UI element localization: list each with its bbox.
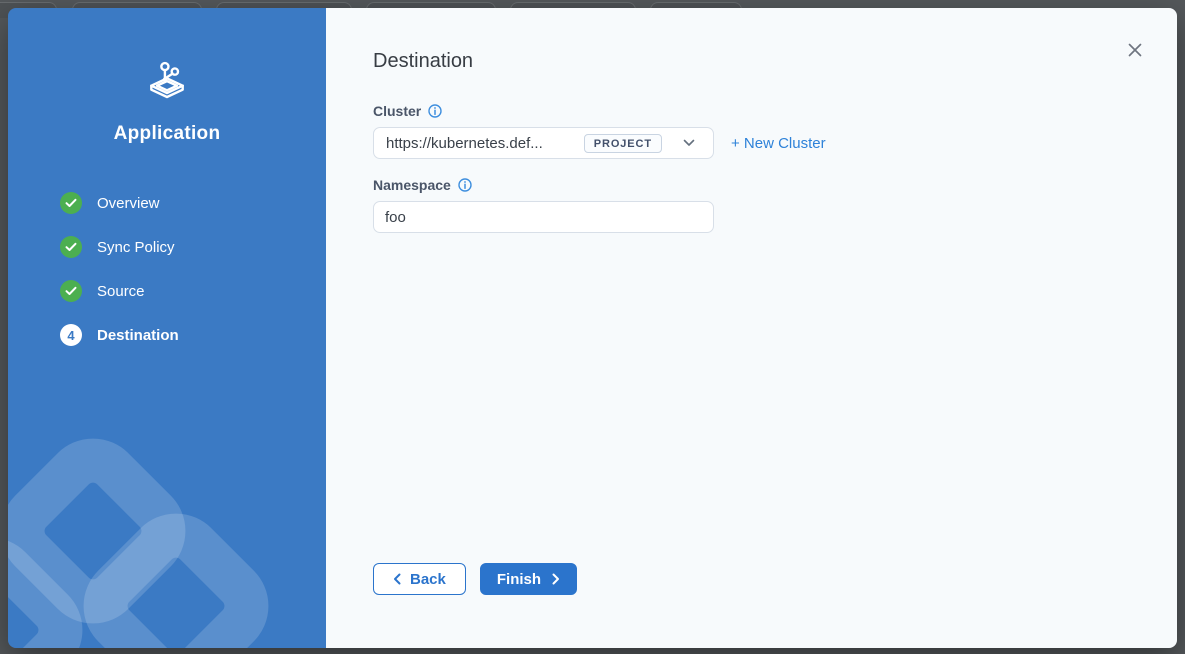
chevron-right-icon <box>552 573 560 585</box>
cluster-row: https://kubernetes.def... PROJECT + New … <box>373 127 1129 159</box>
check-icon <box>65 242 77 252</box>
new-cluster-link[interactable]: + New Cluster <box>731 135 826 152</box>
close-icon <box>1128 43 1142 57</box>
application-logo-icon <box>144 60 190 102</box>
back-button-label: Back <box>410 571 446 588</box>
cluster-select[interactable]: https://kubernetes.def... PROJECT <box>373 127 714 159</box>
step-label: Destination <box>97 327 179 344</box>
application-wizard-modal: Application Overview Sync Policy <box>8 8 1177 648</box>
namespace-label-row: Namespace <box>373 177 1129 193</box>
step-number-circle: 4 <box>60 324 82 346</box>
chevron-left-icon <box>393 573 401 585</box>
close-button[interactable] <box>1125 40 1145 60</box>
step-overview[interactable]: Overview <box>60 192 306 214</box>
back-button[interactable]: Back <box>373 563 466 595</box>
check-icon <box>65 286 77 296</box>
cluster-field-group: Cluster https://kubernetes.def... PROJEC… <box>373 103 1129 159</box>
cluster-label: Cluster <box>373 103 421 119</box>
page-title: Destination <box>373 50 1129 73</box>
info-icon[interactable] <box>458 178 472 192</box>
wizard-footer: Back Finish <box>373 563 577 595</box>
cluster-label-row: Cluster <box>373 103 1129 119</box>
namespace-label: Namespace <box>373 177 451 193</box>
step-done-circle <box>60 280 82 302</box>
chevron-down-icon <box>683 139 695 147</box>
step-sync-policy[interactable]: Sync Policy <box>60 236 306 258</box>
step-label: Overview <box>97 195 160 212</box>
wizard-steps: Overview Sync Policy Source <box>60 192 306 368</box>
namespace-field-group: Namespace <box>373 177 1129 233</box>
namespace-input[interactable] <box>373 201 714 233</box>
step-done-circle <box>60 192 82 214</box>
destination-step-panel: Destination Cluster https://kubernetes.d… <box>326 8 1177 648</box>
project-badge: PROJECT <box>584 134 662 153</box>
check-icon <box>65 198 77 208</box>
wizard-title: Application <box>8 123 326 145</box>
step-source[interactable]: Source <box>60 280 306 302</box>
cluster-selected-value: https://kubernetes.def... <box>386 135 543 152</box>
step-destination[interactable]: 4 Destination <box>60 324 306 346</box>
step-label: Sync Policy <box>97 239 175 256</box>
info-icon[interactable] <box>428 104 442 118</box>
backdrop <box>0 0 1185 8</box>
step-label: Source <box>97 283 145 300</box>
wizard-sidebar: Application Overview Sync Policy <box>8 8 326 648</box>
finish-button[interactable]: Finish <box>480 563 577 595</box>
sidebar-watermark-pattern <box>8 328 326 648</box>
finish-button-label: Finish <box>497 571 541 588</box>
sidebar-header: Application <box>8 60 326 145</box>
step-done-circle <box>60 236 82 258</box>
